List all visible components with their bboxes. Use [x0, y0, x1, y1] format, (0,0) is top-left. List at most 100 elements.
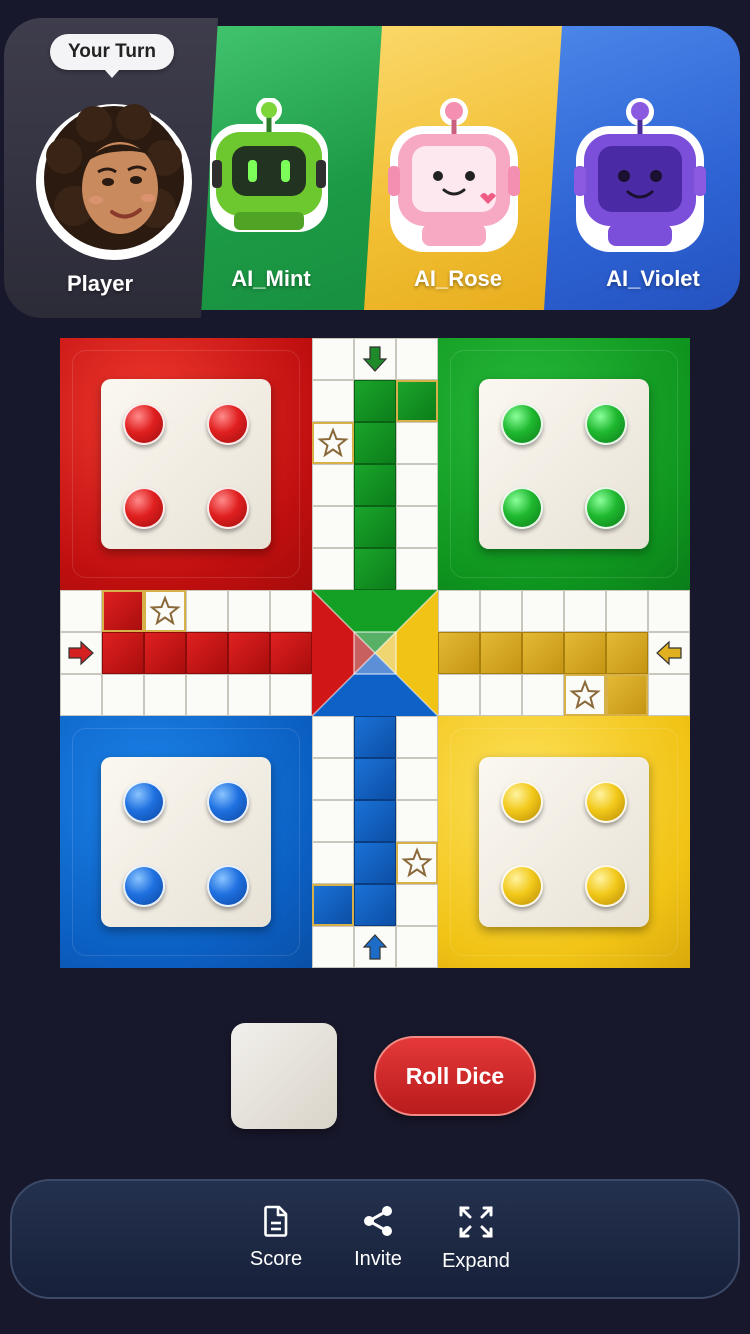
red-token-1[interactable]	[123, 403, 165, 445]
roll-dice-button[interactable]: Roll Dice	[374, 1036, 536, 1116]
board-cell	[522, 632, 564, 674]
board-cell	[354, 800, 396, 842]
board-cell	[312, 506, 354, 548]
blue-token-2[interactable]	[207, 781, 249, 823]
right-arrow-icon	[68, 640, 94, 666]
board-cell	[144, 632, 186, 674]
board-cell	[396, 506, 438, 548]
board-cell	[102, 632, 144, 674]
board-cell	[186, 590, 228, 632]
board-cell	[228, 632, 270, 674]
board-cell	[270, 632, 312, 674]
red-yard	[101, 379, 271, 549]
board-cell	[186, 632, 228, 674]
board-cell	[354, 464, 396, 506]
board-cell	[648, 674, 690, 716]
ai-mint-name: AI_Mint	[231, 266, 311, 291]
red-token-2[interactable]	[207, 403, 249, 445]
board-cell	[102, 674, 144, 716]
invite-button[interactable]: Invite	[344, 1205, 412, 1271]
board-cell	[312, 464, 354, 506]
ai-violet-name: AI_Violet	[606, 266, 700, 291]
blue-token-3[interactable]	[123, 865, 165, 907]
score-button[interactable]: Score	[244, 1205, 308, 1271]
green-token-2[interactable]	[585, 403, 627, 445]
board-cell	[270, 590, 312, 632]
board-cell	[312, 884, 354, 926]
blue-token-1[interactable]	[123, 781, 165, 823]
green-token-1[interactable]	[501, 403, 543, 445]
yellow-token-3[interactable]	[501, 865, 543, 907]
score-label: Score	[249, 1248, 303, 1270]
pink-robot-avatar[interactable]	[384, 98, 524, 258]
board-cell	[60, 674, 102, 716]
board-cell	[312, 758, 354, 800]
red-token-3[interactable]	[123, 487, 165, 529]
yellow-token-2[interactable]	[585, 781, 627, 823]
board-cell	[312, 842, 354, 884]
board-cell	[312, 926, 354, 968]
board-cell	[354, 758, 396, 800]
player-header: Your Turn Player AI_Mint AI_Rose AI_Viol…	[4, 18, 740, 318]
down-arrow-icon	[362, 346, 388, 372]
board-cell	[186, 674, 228, 716]
your-turn-badge: Your Turn	[50, 34, 174, 78]
green-token-3[interactable]	[501, 487, 543, 529]
expand-button[interactable]: Expand	[434, 1205, 518, 1273]
board-cell	[648, 590, 690, 632]
dice[interactable]	[231, 1023, 337, 1129]
green-token-4[interactable]	[585, 487, 627, 529]
safe-star-cell	[312, 422, 354, 464]
yellow-base	[438, 716, 690, 968]
blue-base	[60, 716, 312, 968]
board-cell	[312, 380, 354, 422]
board-cell	[438, 674, 480, 716]
yellow-token-1[interactable]	[501, 781, 543, 823]
board-cell	[606, 590, 648, 632]
board-cell	[438, 632, 480, 674]
board-cell	[564, 590, 606, 632]
share-icon	[364, 1206, 392, 1236]
star-icon	[401, 847, 433, 878]
board-cell	[354, 506, 396, 548]
board-cell	[102, 590, 144, 632]
invite-label: Invite	[354, 1248, 402, 1270]
board-cell	[60, 590, 102, 632]
home-center	[312, 590, 438, 716]
left-arrow-icon	[656, 640, 682, 666]
board-cell	[396, 464, 438, 506]
player-name: Player	[66, 271, 134, 296]
board-cell	[396, 758, 438, 800]
safe-star-cell	[564, 674, 606, 716]
ai-rose-name: AI_Rose	[413, 266, 503, 291]
yellow-token-4[interactable]	[585, 865, 627, 907]
red-base	[60, 338, 312, 590]
safe-star-cell	[396, 842, 438, 884]
board-cell	[228, 590, 270, 632]
board-cell	[312, 338, 354, 380]
board-cell	[354, 842, 396, 884]
board-cell	[354, 548, 396, 590]
board-cell	[228, 674, 270, 716]
green-base	[438, 338, 690, 590]
blue-token-4[interactable]	[207, 865, 249, 907]
start-arrow-cell	[354, 338, 396, 380]
star-icon	[317, 427, 349, 458]
board-cell	[396, 800, 438, 842]
board-cell	[606, 674, 648, 716]
green-yard	[479, 379, 649, 549]
start-arrow-cell	[648, 632, 690, 674]
purple-robot-avatar[interactable]	[570, 98, 710, 258]
board-cell	[606, 632, 648, 674]
girl-avatar[interactable]	[34, 96, 194, 266]
red-token-4[interactable]	[207, 487, 249, 529]
board-cell	[438, 590, 480, 632]
board-cell	[396, 716, 438, 758]
green-robot-avatar[interactable]	[204, 98, 334, 248]
board-cell	[354, 884, 396, 926]
board-cell	[270, 674, 312, 716]
board-cell	[396, 380, 438, 422]
board-cell	[396, 422, 438, 464]
board-cell	[312, 716, 354, 758]
board-cell	[480, 632, 522, 674]
